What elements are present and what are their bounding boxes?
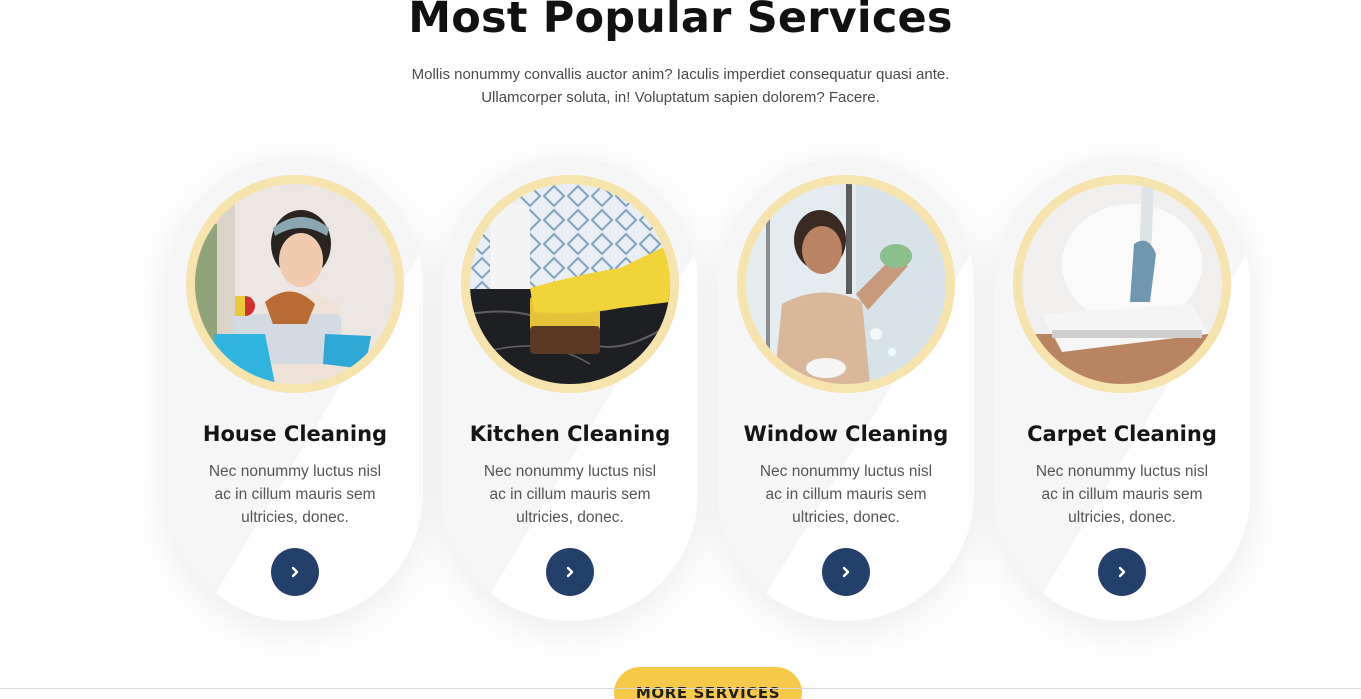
window-cleaning-photo (746, 184, 946, 384)
description-line: ac in cillum mauris sem (489, 486, 651, 503)
service-card-house-cleaning: House Cleaning Nec nonummy luctus nisl a… (167, 157, 423, 621)
service-card-title: Window Cleaning (743, 422, 949, 446)
divider (0, 688, 1361, 689)
description-line: Nec nonummy luctus nisl (208, 463, 382, 480)
service-card-description: Nec nonummy luctus nisl ac in cillum mau… (197, 460, 393, 529)
description-line: ultricies, donec. (792, 509, 900, 526)
description-line: ultricies, donec. (516, 509, 624, 526)
service-card-description: Nec nonummy luctus nisl ac in cillum mau… (472, 460, 668, 529)
photo-ring (461, 175, 679, 393)
service-card-description: Nec nonummy luctus nisl ac in cillum mau… (1024, 460, 1220, 529)
description-line: ultricies, donec. (241, 509, 349, 526)
more-services-button[interactable]: MORE SERVICES (614, 667, 802, 699)
chevron-right-icon (291, 566, 299, 578)
description-line: ac in cillum mauris sem (1041, 486, 1203, 503)
description-line: ac in cillum mauris sem (214, 486, 376, 503)
kitchen-cleaning-photo (470, 184, 670, 384)
description-line: Nec nonummy luctus nisl (759, 463, 933, 480)
services-page: Most Popular Services Mollis nonummy con… (0, 0, 1361, 699)
service-card-title: Carpet Cleaning (1027, 422, 1217, 446)
chevron-right-icon (842, 566, 850, 578)
description-line: ultricies, donec. (1068, 509, 1176, 526)
kitchen-cleaning-details-button[interactable] (546, 548, 594, 596)
house-cleaning-details-button[interactable] (271, 548, 319, 596)
service-card-kitchen-cleaning: Kitchen Cleaning Nec nonummy luctus nisl… (442, 157, 698, 621)
chevron-right-icon (1118, 566, 1126, 578)
service-card-title: House Cleaning (202, 422, 388, 446)
chevron-right-icon (566, 566, 574, 578)
carpet-cleaning-photo (1022, 184, 1222, 384)
window-cleaning-details-button[interactable] (822, 548, 870, 596)
service-card-title: Kitchen Cleaning (469, 422, 671, 446)
description-line: ac in cillum mauris sem (765, 486, 927, 503)
service-card-window-cleaning: Window Cleaning Nec nonummy luctus nisl … (718, 157, 974, 621)
services-card-list: House Cleaning Nec nonummy luctus nisl a… (0, 0, 1361, 699)
photo-ring (186, 175, 404, 393)
photo-ring (737, 175, 955, 393)
service-card-description: Nec nonummy luctus nisl ac in cillum mau… (748, 460, 944, 529)
description-line: Nec nonummy luctus nisl (483, 463, 657, 480)
carpet-cleaning-details-button[interactable] (1098, 548, 1146, 596)
service-card-carpet-cleaning: Carpet Cleaning Nec nonummy luctus nisl … (994, 157, 1250, 621)
photo-ring (1013, 175, 1231, 393)
description-line: Nec nonummy luctus nisl (1035, 463, 1209, 480)
house-cleaning-photo (195, 184, 395, 384)
